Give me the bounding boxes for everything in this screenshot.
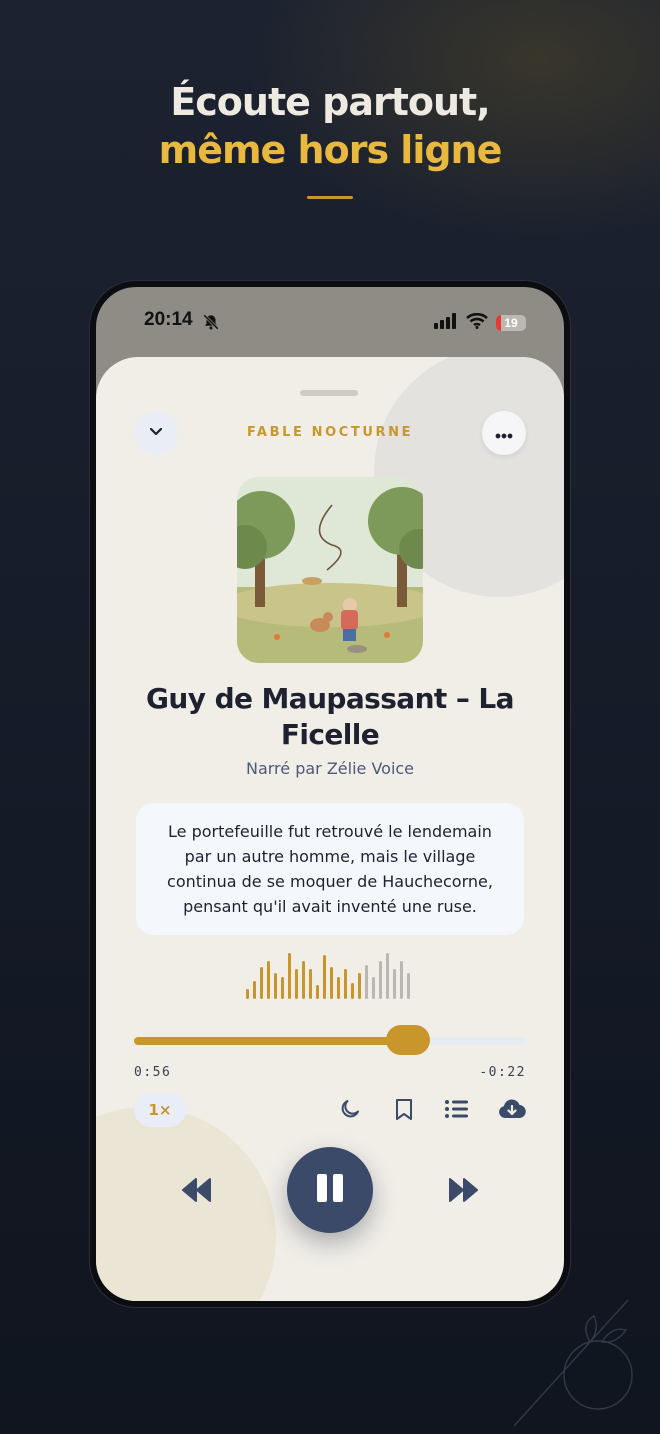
waveform-bar (295, 969, 298, 999)
signal-icon (434, 313, 458, 333)
waveform-bar (407, 973, 410, 999)
waveform-bar (316, 985, 319, 999)
more-horizontal-icon (495, 424, 513, 443)
waveform-bar (393, 969, 396, 999)
waveform-bar (351, 983, 354, 999)
waveform-bar (386, 953, 389, 999)
cover-artwork (237, 477, 423, 663)
progress-thumb[interactable] (386, 1025, 431, 1055)
waveform-bar (267, 961, 270, 999)
bookmark-icon (393, 1097, 415, 1125)
waveform-bar (379, 961, 382, 999)
status-time: 20:14 (144, 309, 193, 330)
bookmark-button[interactable] (390, 1097, 418, 1125)
progress-track[interactable] (134, 1037, 526, 1045)
promo-headline: Écoute partout, même hors ligne (0, 78, 660, 199)
rewind-button[interactable] (180, 1175, 214, 1205)
waveform-bar (302, 961, 305, 999)
pause-icon (314, 1172, 346, 1208)
battery-icon: 19 (496, 315, 526, 331)
playback-speed-button[interactable]: 1× (134, 1093, 186, 1127)
sleep-timer-button[interactable] (336, 1097, 364, 1125)
promo-line-1: Écoute partout, (170, 80, 490, 124)
queue-button[interactable] (442, 1097, 470, 1125)
battery-level: 19 (504, 316, 518, 330)
elapsed-time: 0:56 (134, 1065, 172, 1080)
download-button[interactable] (498, 1097, 526, 1125)
play-pause-button[interactable] (287, 1147, 373, 1233)
transcript-text: Le portefeuille fut retrouvé le lendemai… (167, 822, 493, 916)
narrator-label: Narré par Zélie Voice (245, 759, 415, 778)
more-options-button[interactable] (482, 411, 526, 455)
sheet-grabber[interactable] (300, 390, 358, 396)
waveform-bar (372, 977, 375, 999)
promo-divider (307, 196, 353, 199)
transcript-card: Le portefeuille fut retrouvé le lendemai… (136, 803, 524, 935)
waveform-bar (337, 977, 340, 999)
progress-fill (134, 1037, 409, 1045)
fast-forward-icon (446, 1178, 480, 1209)
remaining-time: -0:22 (479, 1065, 526, 1080)
bell-muted-icon (202, 313, 220, 335)
cloud-download-icon (498, 1098, 526, 1124)
rewind-icon (180, 1178, 214, 1209)
waveform-bar (323, 955, 326, 999)
waveform-bar (309, 969, 312, 999)
moon-icon (338, 1097, 362, 1125)
waveform-bar (246, 989, 249, 999)
fast-forward-button[interactable] (446, 1175, 480, 1205)
player-sheet: FABLE NOCTURNE Guy de Maupassant – La Fi… (96, 357, 564, 1301)
list-icon (444, 1099, 468, 1123)
waveform-bar (330, 967, 333, 999)
waveform-bar (281, 977, 284, 999)
waveform-bar (344, 969, 347, 999)
waveform-bar (358, 973, 361, 999)
status-indicators: 19 (434, 312, 526, 333)
status-bar: 20:14 19 (96, 287, 564, 357)
waveform-bar (253, 981, 256, 999)
waveform-bar (400, 961, 403, 999)
waveform-bar (365, 965, 368, 999)
wifi-icon (466, 312, 488, 333)
audio-waveform (246, 953, 410, 999)
promo-line-2: même hors ligne (158, 128, 503, 172)
phone-frame: 20:14 19 FABLE NOCTURNE Guy de Maupassan… (90, 281, 570, 1307)
waveform-bar (274, 973, 277, 999)
track-title: Guy de Maupassant – La Ficelle (146, 682, 515, 751)
waveform-bar (260, 967, 263, 999)
waveform-bar (288, 953, 291, 999)
phone-screen: 20:14 19 FABLE NOCTURNE Guy de Maupassan… (96, 287, 564, 1301)
brand-mark-icon (513, 1299, 633, 1427)
